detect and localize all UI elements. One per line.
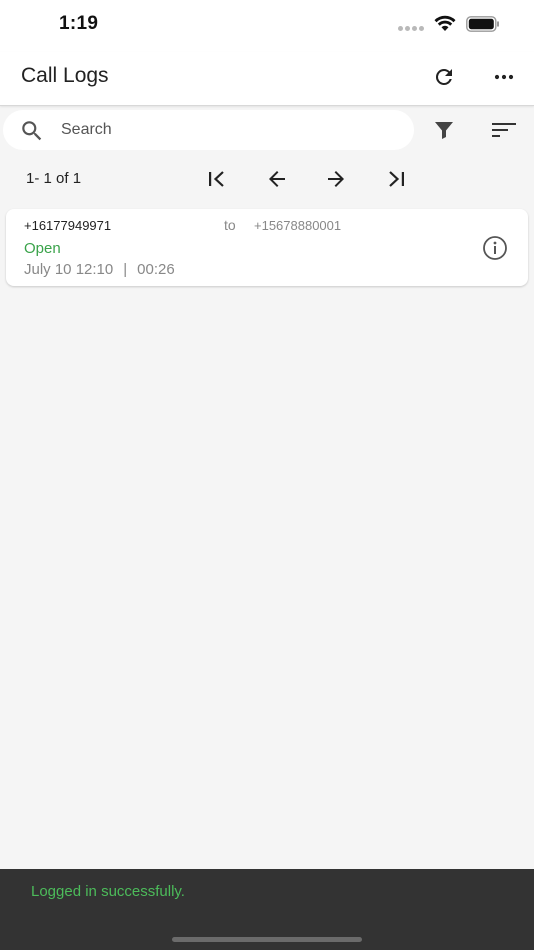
call-status: Open [24, 240, 61, 257]
status-bar: 1:19 [0, 0, 534, 52]
pagination-info: 1- 1 of 1 [26, 170, 82, 187]
pagination-bar: 1- 1 of 1 [0, 164, 534, 194]
refresh-icon [435, 68, 452, 85]
snackbar-message: Logged in successfully. [31, 883, 185, 900]
home-indicator[interactable] [172, 937, 362, 942]
info-icon [483, 236, 507, 260]
call-logs-screen: 1:19 Call Logs Search 1- 1 of 1 +1617794… [0, 0, 534, 950]
arrow-right-icon [328, 171, 344, 187]
search-box[interactable] [3, 110, 414, 150]
last-page-button[interactable] [381, 164, 411, 194]
page-title: Call Logs [21, 64, 109, 87]
call-meta: July 10 12:10 | 00:26 [24, 261, 175, 278]
arrow-left-icon [269, 171, 285, 187]
sort-icon [492, 123, 516, 137]
more-options-button[interactable] [486, 59, 522, 95]
status-icons [398, 15, 500, 32]
last-page-icon [389, 171, 404, 187]
refresh-button[interactable] [426, 59, 462, 95]
search-icon [19, 118, 45, 144]
previous-page-button[interactable] [262, 164, 292, 194]
battery-icon [466, 15, 499, 32]
callee-number: +15678880001 [254, 218, 342, 233]
call-date: July 10 12:10 [24, 261, 114, 278]
meta-separator: | [123, 261, 128, 278]
call-info-button[interactable] [480, 233, 510, 263]
first-page-icon [209, 171, 224, 187]
call-duration: 00:26 [137, 261, 175, 278]
wifi-icon [434, 15, 456, 31]
snackbar: Logged in successfully. [0, 869, 534, 950]
call-log-card[interactable]: +16177949971 to +15678880001 Open July 1… [6, 209, 528, 286]
more-horizontal-icon [494, 74, 514, 80]
filter-icon [435, 122, 453, 139]
first-page-button[interactable] [202, 164, 232, 194]
status-time: 1:19 [59, 13, 99, 34]
caller-number: +16177949971 [24, 218, 112, 233]
search-input[interactable] [61, 116, 391, 144]
next-page-button[interactable] [321, 164, 351, 194]
sort-button[interactable] [486, 112, 522, 148]
app-bar: Call Logs [0, 52, 534, 106]
to-label: to [224, 217, 236, 233]
cellular-signal-icon [398, 26, 424, 31]
filter-button[interactable] [426, 112, 462, 148]
search-row [0, 110, 534, 152]
